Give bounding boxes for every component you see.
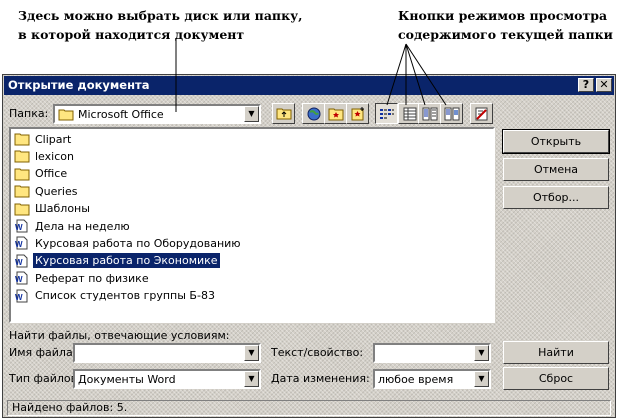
chevron-down-icon[interactable]: ▼ <box>244 106 259 122</box>
date-modified-label: Дата изменения: <box>271 372 370 385</box>
find-button[interactable]: Найти <box>503 341 609 364</box>
document-item[interactable]: W Дела на неделю <box>14 218 132 234</box>
filetype-label: Тип файлов: <box>9 372 81 385</box>
folder-icon <box>58 109 74 121</box>
annotation-view-modes: Кнопки режимов просмотра содержимого тек… <box>398 6 613 44</box>
word-document-icon: W <box>14 254 30 268</box>
select-button[interactable]: Отбор... <box>503 186 609 209</box>
cancel-button[interactable]: Отмена <box>503 158 609 181</box>
list-view-button[interactable] <box>375 103 398 124</box>
commands-settings-icon <box>475 107 487 120</box>
up-folder-icon <box>276 108 291 120</box>
svg-text:W: W <box>15 275 23 284</box>
word-document-icon: W <box>14 289 30 303</box>
search-web-button[interactable] <box>302 103 325 124</box>
svg-text:W: W <box>15 293 23 302</box>
folder-item[interactable]: Office <box>14 166 69 182</box>
annotation-folder-hint: Здесь можно выбрать диск или папку, в ко… <box>18 6 302 44</box>
file-name: Шаблоны <box>35 202 90 216</box>
text-property-field[interactable]: ▼ <box>373 343 491 363</box>
folder-label: Папка: <box>9 107 49 120</box>
annotation-left-line2: в которой находится документ <box>18 27 245 42</box>
filename-label: Имя файла: <box>9 346 77 359</box>
file-name: Реферат по физике <box>35 271 149 285</box>
commands-settings-button[interactable] <box>470 103 493 124</box>
document-item[interactable]: W Список студентов группы Б-83 <box>14 288 217 304</box>
search-heading: Найти файлы, отвечающие условиям: <box>9 329 230 342</box>
title-bar: Открытие документа ? ✕ <box>4 76 614 95</box>
favorites-button[interactable] <box>324 103 347 124</box>
svg-text:W: W <box>15 258 23 267</box>
status-bar: Найдено файлов: 5. <box>7 400 611 416</box>
file-name: Дела на неделю <box>35 219 130 233</box>
up-folder-button[interactable] <box>272 103 295 124</box>
filetype-value: Документы Word <box>78 373 176 386</box>
folder-icon <box>14 202 30 216</box>
filename-field[interactable]: ▼ <box>73 343 261 363</box>
file-name: Office <box>35 167 68 181</box>
file-name: Курсовая работа по Экономике <box>33 253 220 269</box>
help-button[interactable]: ? <box>578 78 594 92</box>
open-button[interactable]: Открыть <box>502 129 610 154</box>
svg-text:W: W <box>15 240 23 249</box>
folder-item[interactable]: Шаблоны <box>14 201 92 217</box>
folder-icon <box>14 132 30 146</box>
chevron-down-icon[interactable]: ▼ <box>244 371 259 387</box>
properties-view-button[interactable] <box>418 103 441 124</box>
file-name: Курсовая работа по Оборудованию <box>35 236 241 250</box>
folder-item[interactable]: lexicon <box>14 148 76 164</box>
properties-view-icon <box>422 107 437 120</box>
filetype-dropdown[interactable]: Документы Word ▼ <box>73 369 261 389</box>
annotation-left-line1: Здесь можно выбрать диск или папку, <box>18 8 303 23</box>
search-web-icon <box>307 107 320 120</box>
word-document-icon: W <box>14 236 30 250</box>
chevron-down-icon[interactable]: ▼ <box>474 345 489 361</box>
preview-view-icon <box>444 107 459 120</box>
window-title: Открытие документа <box>8 78 150 92</box>
add-to-favorites-icon <box>351 106 364 120</box>
folder-value: Microsoft Office <box>78 108 164 121</box>
chevron-down-icon[interactable]: ▼ <box>244 345 259 361</box>
annotation-right-line1: Кнопки режимов просмотра <box>398 8 608 23</box>
file-name: Список студентов группы Б-83 <box>35 289 215 303</box>
folder-item[interactable]: Queries <box>14 183 79 199</box>
favorites-icon <box>328 108 343 120</box>
close-button[interactable]: ✕ <box>596 78 612 92</box>
svg-text:W: W <box>15 223 23 232</box>
file-name: Queries <box>35 184 78 198</box>
folder-icon <box>14 184 30 198</box>
text-property-label: Текст/свойство: <box>271 346 364 359</box>
open-document-dialog: Открытие документа ? ✕ Папка: Microsoft … <box>2 74 616 418</box>
document-item[interactable]: W Курсовая работа по Экономике <box>14 253 220 269</box>
chevron-down-icon[interactable]: ▼ <box>474 371 489 387</box>
annotation-right-line2: содержимого текущей папки <box>398 27 613 42</box>
file-name: lexicon <box>35 149 74 163</box>
folder-dropdown[interactable]: Microsoft Office ▼ <box>53 104 261 124</box>
date-modified-value: любое время <box>378 373 454 386</box>
reset-button[interactable]: Сброс <box>503 367 609 390</box>
folder-item[interactable]: Clipart <box>14 131 73 147</box>
file-name: Clipart <box>35 132 72 146</box>
document-item[interactable]: W Реферат по физике <box>14 270 151 286</box>
details-view-icon <box>403 107 416 120</box>
preview-view-button[interactable] <box>440 103 463 124</box>
folder-icon <box>14 149 30 163</box>
date-modified-dropdown[interactable]: любое время ▼ <box>373 369 491 389</box>
file-list[interactable]: Clipart lexicon Office Queries Шаблоны W Дела … <box>9 127 495 323</box>
add-to-favorites-button[interactable] <box>346 103 369 124</box>
list-view-icon <box>379 108 394 119</box>
word-document-icon: W <box>14 271 30 285</box>
document-item[interactable]: W Курсовая работа по Оборудованию <box>14 235 243 251</box>
folder-icon <box>14 167 30 181</box>
word-document-icon: W <box>14 219 30 233</box>
